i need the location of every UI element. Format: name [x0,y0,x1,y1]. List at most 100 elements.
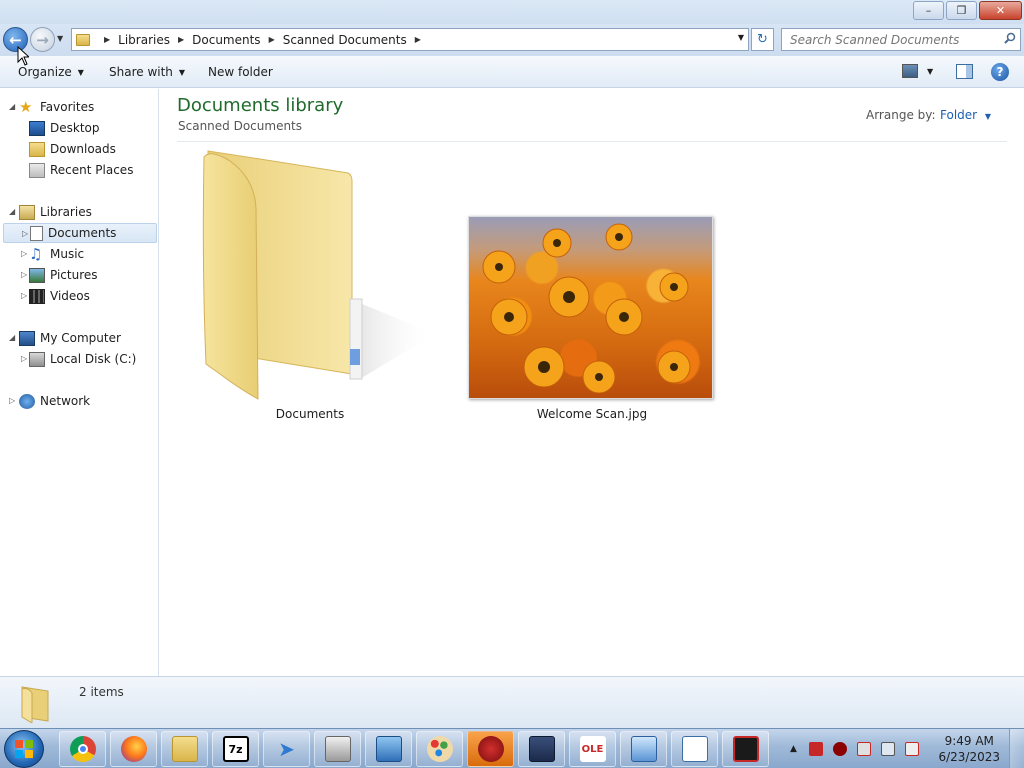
nav-recent-places[interactable]: Recent Places [29,160,133,180]
expand-arrow-icon[interactable]: ▷ [21,354,27,363]
new-folder-button[interactable]: New folder [208,65,273,79]
preview-pane-icon[interactable] [956,64,973,79]
organize-button[interactable]: Organize ▼ [18,65,84,79]
music-icon: ♫ [29,244,43,263]
nav-network[interactable]: Network [19,391,90,411]
minimize-button[interactable]: – [913,1,944,20]
address-bar[interactable]: ▶ Libraries ▶ Documents ▶ Scanned Docume… [71,28,749,51]
header-divider [177,141,1007,142]
taskbar-paint[interactable] [416,731,463,767]
close-button[interactable]: ✕ [979,1,1022,20]
mouse-cursor-icon [17,46,29,66]
taskbar-file-explorer[interactable] [161,731,208,767]
nav-documents[interactable]: ▷ Documents [3,223,157,243]
arrange-by-value: Folder [940,108,978,122]
chevron-right-icon[interactable]: ▶ [415,35,421,44]
status-bar: 2 items [0,676,1024,728]
chrome-icon [69,736,96,762]
help-icon[interactable]: ? [991,63,1009,81]
breadcrumb-libraries[interactable]: Libraries [118,33,170,47]
nav-downloads[interactable]: Downloads [29,139,116,159]
content-pane: Documents library Scanned Documents Arra… [160,89,1024,676]
taskbar-paper-plane[interactable]: ➤ [263,731,310,767]
taskbar: 7z ➤ OLE ▲ 9:49 AM 6/23/2023 [0,728,1024,768]
arrange-by-dropdown[interactable]: Folder ▼ [940,108,991,122]
taskbar-screen-recorder[interactable] [722,731,769,767]
ole-viewer-icon: OLE [579,736,606,762]
taskbar-printer[interactable] [314,731,361,767]
show-hidden-icons-icon[interactable]: ▲ [790,744,797,754]
forward-button[interactable]: → [30,27,55,52]
breadcrumb-scanned-documents[interactable]: Scanned Documents [283,33,407,47]
search-input[interactable] [782,29,992,50]
show-desktop-button[interactable] [1009,729,1024,768]
refresh-button[interactable]: ↻ [751,28,774,51]
network-tray-icon[interactable] [880,742,895,756]
arrange-by-label: Arrange by: [866,108,936,122]
start-button[interactable] [4,730,44,768]
expand-arrow-icon[interactable]: ▷ [21,291,27,300]
nav-local-disk[interactable]: Local Disk (C:) [29,349,136,369]
clock-time: 9:49 AM [944,734,994,748]
network-icon [19,393,35,409]
taskbar-ole-viewer[interactable]: OLE [569,731,616,767]
nav-libraries[interactable]: Libraries [19,202,92,222]
security-tray-icon[interactable] [832,742,847,756]
expand-arrow-icon[interactable]: ▷ [21,270,27,279]
breadcrumb-documents[interactable]: Documents [192,33,260,47]
recent-pages-dropdown[interactable]: ▼ [57,34,63,43]
expand-arrow-icon[interactable]: ◢ [9,333,15,342]
nav-favorites[interactable]: ★ Favorites [19,97,94,117]
taskbar-scan[interactable] [518,731,565,767]
chevron-right-icon[interactable]: ▶ [269,35,275,44]
taskbar-control-panel[interactable] [365,731,412,767]
expand-arrow-icon[interactable]: ◢ [9,207,15,216]
library-title: Documents library [177,95,344,116]
share-with-button[interactable]: Share with ▼ [109,65,185,79]
nav-desktop[interactable]: Desktop [29,118,100,138]
change-view-icon[interactable] [902,64,918,78]
large-folder-icon [202,150,435,400]
file-name[interactable]: Welcome Scan.jpg [468,407,716,421]
security-icon [477,736,504,762]
expand-arrow-icon[interactable]: ▷ [9,396,15,405]
expand-arrow-icon[interactable]: ▷ [22,229,28,238]
hard-drive-icon [29,351,45,367]
search-icon[interactable] [1004,32,1016,44]
volume-muted-icon[interactable] [904,742,919,756]
nav-documents-label: Documents [48,226,117,240]
address-dropdown-icon[interactable]: ▼ [738,33,744,42]
taskbar-firefox[interactable] [110,731,157,767]
control-panel-icon [375,736,402,762]
action-center-icon[interactable] [856,742,871,756]
recorder-tray-icon[interactable] [808,742,823,756]
taskbar-7zip[interactable]: 7z [212,731,259,767]
taskbar-chrome[interactable] [59,731,106,767]
nav-libraries-label: Libraries [40,205,92,219]
file-item-documents[interactable]: Documents [200,149,435,424]
taskbar-form-editor[interactable] [671,731,718,767]
chevron-down-icon: ▼ [77,67,84,77]
nav-my-computer-label: My Computer [40,331,121,345]
chevron-right-icon[interactable]: ▶ [104,35,110,44]
item-count: 2 items [79,685,124,699]
libraries-icon [19,204,35,220]
nav-my-computer[interactable]: My Computer [19,328,121,348]
restore-button[interactable]: ❐ [946,1,977,20]
expand-arrow-icon[interactable]: ◢ [9,102,15,111]
chevron-right-icon[interactable]: ▶ [178,35,184,44]
chevron-down-icon: ▼ [178,67,186,77]
star-icon: ★ [19,97,33,116]
nav-pictures[interactable]: Pictures [29,265,98,285]
view-options-dropdown[interactable]: ▼ [927,67,933,76]
taskbar-security[interactable] [467,731,514,767]
nav-videos[interactable]: Videos [29,286,90,306]
expand-arrow-icon[interactable]: ▷ [21,249,27,258]
nav-music-label: Music [50,247,85,261]
image-thumbnail[interactable] [468,216,713,399]
nav-music[interactable]: ♫ Music [29,244,84,264]
search-box [781,28,1021,51]
nav-favorites-label: Favorites [40,100,95,114]
taskbar-remote-desktop[interactable] [620,731,667,767]
clock[interactable]: 9:49 AM 6/23/2023 [938,733,1000,765]
